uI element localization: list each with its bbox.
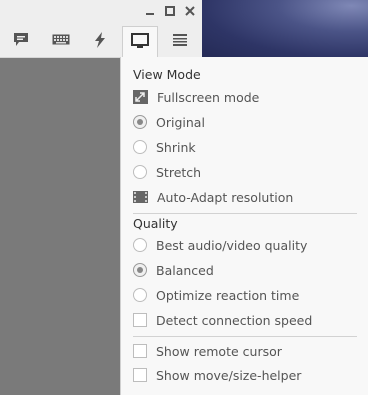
detect-speed-option[interactable]: Detect connection speed	[133, 310, 312, 330]
session-toolbar	[0, 24, 202, 58]
stretch-label: Stretch	[156, 164, 202, 180]
fullscreen-label: Fullscreen mode	[157, 89, 260, 105]
minimize-icon[interactable]	[143, 4, 157, 18]
fullscreen-icon	[133, 90, 148, 104]
shrink-radio[interactable]	[133, 140, 147, 154]
best-quality-radio[interactable]	[133, 238, 147, 252]
menu-button[interactable]	[162, 26, 198, 56]
move-helper-label: Show move/size-helper	[156, 367, 302, 383]
keyboard-icon	[52, 34, 70, 48]
chat-button[interactable]	[3, 26, 39, 56]
shrink-option[interactable]: Shrink	[133, 137, 196, 157]
title-bar	[0, 0, 202, 24]
auto-adapt-label: Auto-Adapt resolution	[157, 189, 294, 205]
move-helper-option[interactable]: Show move/size-helper	[133, 365, 301, 385]
optimize-label: Optimize reaction time	[156, 287, 300, 303]
view-dropdown-panel: View Mode Fullscreen mode Original Shrin…	[120, 57, 368, 395]
remote-cursor-label: Show remote cursor	[156, 343, 282, 359]
close-icon[interactable]	[183, 4, 197, 18]
resolution-icon	[133, 190, 148, 204]
view-button[interactable]	[122, 26, 158, 58]
best-quality-label: Best audio/video quality	[156, 237, 308, 253]
remote-cursor-checkbox[interactable]	[133, 344, 147, 358]
lightning-icon	[94, 31, 106, 51]
stretch-option[interactable]: Stretch	[133, 162, 201, 182]
fullscreen-item[interactable]: Fullscreen mode	[133, 87, 259, 107]
maximize-icon[interactable]	[163, 4, 177, 18]
balanced-label: Balanced	[156, 262, 214, 278]
original-radio[interactable]	[133, 115, 147, 129]
divider	[133, 213, 357, 214]
monitor-icon	[131, 33, 149, 52]
divider	[133, 336, 357, 337]
quality-heading: Quality	[133, 216, 178, 231]
best-quality-option[interactable]: Best audio/video quality	[133, 235, 307, 255]
remote-cursor-option[interactable]: Show remote cursor	[133, 341, 282, 361]
detect-speed-label: Detect connection speed	[156, 312, 313, 328]
actions-button[interactable]	[82, 26, 118, 56]
auto-adapt-item[interactable]: Auto-Adapt resolution	[133, 187, 293, 207]
remote-wallpaper	[202, 0, 368, 58]
stretch-radio[interactable]	[133, 165, 147, 179]
shrink-label: Shrink	[156, 139, 196, 155]
balanced-radio[interactable]	[133, 263, 147, 277]
optimize-option[interactable]: Optimize reaction time	[133, 285, 299, 305]
view-mode-heading: View Mode	[133, 67, 201, 82]
original-label: Original	[156, 114, 205, 130]
menu-icon	[172, 33, 188, 50]
chat-icon	[13, 32, 29, 50]
move-helper-checkbox[interactable]	[133, 368, 147, 382]
balanced-option[interactable]: Balanced	[133, 260, 214, 280]
detect-speed-checkbox[interactable]	[133, 313, 147, 327]
original-option[interactable]: Original	[133, 112, 205, 132]
optimize-radio[interactable]	[133, 288, 147, 302]
keyboard-button[interactable]	[43, 26, 79, 56]
